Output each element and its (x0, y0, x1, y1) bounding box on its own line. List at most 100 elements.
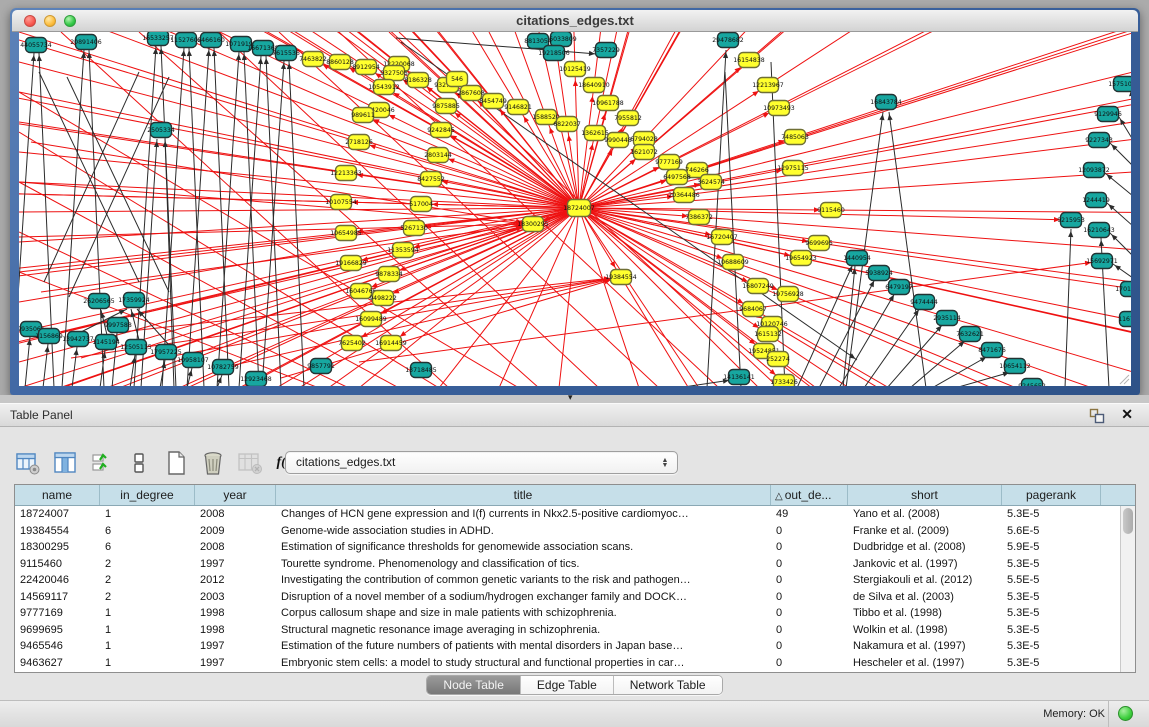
graph-node[interactable]: 6479197 (885, 280, 913, 295)
graph-node[interactable]: 5267130 (400, 221, 428, 236)
graph-node[interactable]: 9227343 (1085, 133, 1113, 148)
graph-node[interactable]: 9129946 (1094, 107, 1122, 122)
graph-node[interactable]: 7386372 (685, 210, 713, 225)
tab-node-table[interactable]: Node Table (427, 676, 521, 694)
memory-ok-icon[interactable] (1118, 706, 1133, 721)
graph-node[interactable]: 15692971 (1086, 254, 1118, 269)
graph-node[interactable]: 10654112 (999, 359, 1031, 374)
tab-edge-table[interactable]: Edge Table (521, 676, 614, 694)
column-header-title[interactable]: title (276, 485, 771, 505)
graph-node[interactable]: 17016504 (1115, 282, 1131, 297)
graph-node[interactable]: 252274 (766, 352, 790, 367)
graph-node[interactable]: 19654923 (785, 251, 817, 266)
graph-node[interactable]: 12213967 (752, 78, 784, 93)
graph-node[interactable]: 9215953 (1057, 213, 1085, 228)
table-row[interactable]: 946554611997Estimation of the future num… (15, 638, 1135, 655)
graph-node[interactable]: 2935114 (933, 311, 961, 326)
graph-node[interactable]: 7955812 (614, 111, 642, 126)
close-panel-icon[interactable]: ✕ (1121, 406, 1133, 423)
graph-node[interactable]: 9857791 (307, 359, 335, 374)
graph-node[interactable]: 9684067 (739, 302, 767, 317)
graph-node[interactable]: 8860128 (326, 55, 354, 70)
graph-node[interactable]: 2505334 (147, 123, 175, 138)
network-view-window[interactable]: citations_edges.txt 18724007891295412220… (10, 8, 1140, 395)
graph-node[interactable]: 19384554 (605, 270, 637, 285)
graph-node[interactable]: 9146821 (504, 100, 532, 115)
column-header-short[interactable]: short (848, 485, 1002, 505)
graph-node[interactable]: 9878334 (375, 267, 403, 282)
graph-node[interactable]: 1733426 (770, 375, 798, 387)
graph-node[interactable]: 20891406 (70, 35, 102, 50)
graph-node[interactable]: 8186328 (404, 73, 432, 88)
graph-node[interactable]: 6497568 (663, 170, 691, 185)
graph-node[interactable]: 6466160 (197, 33, 225, 48)
graph-node[interactable]: 1621072 (630, 145, 658, 160)
column-header-name[interactable]: name (15, 485, 100, 505)
table-settings-icon[interactable] (14, 449, 42, 477)
graph-node[interactable]: 1615132 (754, 327, 782, 342)
graph-node[interactable]: 9777169 (655, 155, 683, 170)
graph-node[interactable]: 26206565 (83, 294, 115, 309)
graph-node[interactable]: 8471676 (978, 343, 1006, 358)
graph-node[interactable]: 10654985 (330, 226, 362, 241)
graph-node[interactable]: 16533257 (142, 32, 174, 46)
graph-node[interactable]: 9474444 (910, 295, 938, 310)
graph-node[interactable]: 7357229 (592, 43, 620, 58)
graph-node[interactable]: 8427552 (417, 172, 445, 187)
graph-node[interactable]: 10782759 (207, 360, 239, 375)
graph-node[interactable]: 10125419 (559, 62, 591, 77)
window-titlebar[interactable]: citations_edges.txt (12, 10, 1138, 32)
graph-node[interactable]: 5938924 (865, 266, 893, 281)
graph-node[interactable]: 9242845 (427, 123, 455, 138)
graph-node[interactable]: 1156869 (35, 329, 63, 344)
graph-node[interactable]: 546 (447, 72, 468, 87)
graph-node[interactable]: 7463822 (299, 52, 327, 67)
graph-node[interactable]: 8912954 (352, 60, 380, 75)
graph-node[interactable]: 29478682 (712, 33, 744, 48)
graph-node[interactable]: 9990448 (604, 133, 632, 148)
table-row[interactable]: 1872400712008Changes of HCN gene express… (15, 506, 1135, 523)
table-row[interactable]: 911546021997Tourette syndrome. Phenomeno… (15, 556, 1135, 573)
column-header-out-degree[interactable]: △out_de... (771, 485, 848, 505)
divider-collapse-icon[interactable]: ▾ (568, 392, 573, 403)
vertical-scrollbar[interactable] (1120, 506, 1135, 672)
graph-node[interactable]: 12213363 (330, 166, 362, 181)
graph-node[interactable]: 16154838 (733, 53, 765, 68)
network-canvas[interactable]: 1872400789129541222006893275051054391281… (19, 32, 1131, 386)
graph-node[interactable]: 1145194 (92, 335, 120, 350)
graph-node[interactable]: 8454749 (479, 94, 507, 109)
graph-node[interactable]: 9245652 (1018, 379, 1046, 387)
table-row[interactable]: 1830029562008Estimation of significance … (15, 539, 1135, 556)
row-height-icon[interactable] (125, 449, 153, 477)
graph-node[interactable]: 517004 (409, 197, 433, 212)
split-pane-divider[interactable]: ▾ (0, 395, 1149, 403)
float-panel-icon[interactable] (1089, 408, 1105, 424)
column-header-in-degree[interactable]: in_degree (100, 485, 195, 505)
graph-node[interactable]: 10961788 (592, 96, 624, 111)
column-header-year[interactable]: year (195, 485, 276, 505)
graph-node[interactable]: 44055734 (20, 38, 52, 53)
canvas-resize-grip[interactable] (1118, 373, 1130, 385)
graph-node[interactable]: 18724007 (563, 200, 595, 217)
graph-node[interactable]: 9115460 (817, 203, 845, 218)
delete-icon[interactable] (199, 449, 227, 477)
graph-node[interactable]: 16210643 (1083, 223, 1115, 238)
graph-node[interactable]: 9699695 (805, 236, 833, 251)
new-document-icon[interactable] (162, 449, 190, 477)
column-visibility-icon[interactable] (51, 449, 79, 477)
graph-node[interactable]: 989611 (351, 108, 375, 123)
graph-node[interactable]: 12505115 (120, 340, 152, 355)
graph-node[interactable]: 9997588 (104, 318, 132, 333)
graph-node[interactable]: 1440954 (843, 251, 871, 266)
graph-node[interactable]: 13942737 (62, 332, 94, 347)
graph-node[interactable]: 7485063 (781, 130, 809, 145)
graph-node[interactable]: 7615536 (272, 46, 300, 61)
graph-node[interactable]: 7625402 (338, 336, 366, 351)
column-header-pagerank[interactable]: pagerank (1002, 485, 1101, 505)
table-selector-dropdown[interactable]: citations_edges.txt ▲▼ (285, 451, 678, 474)
graph-node[interactable]: 1244419 (1082, 193, 1110, 208)
table-row[interactable]: 1456911722003Disruption of a novel membe… (15, 589, 1135, 606)
graph-node[interactable]: 9498222 (369, 291, 397, 306)
graph-node[interactable]: 7632621 (956, 327, 984, 342)
network-canvas-svg[interactable]: 1872400789129541222006893275051054391281… (19, 32, 1131, 386)
